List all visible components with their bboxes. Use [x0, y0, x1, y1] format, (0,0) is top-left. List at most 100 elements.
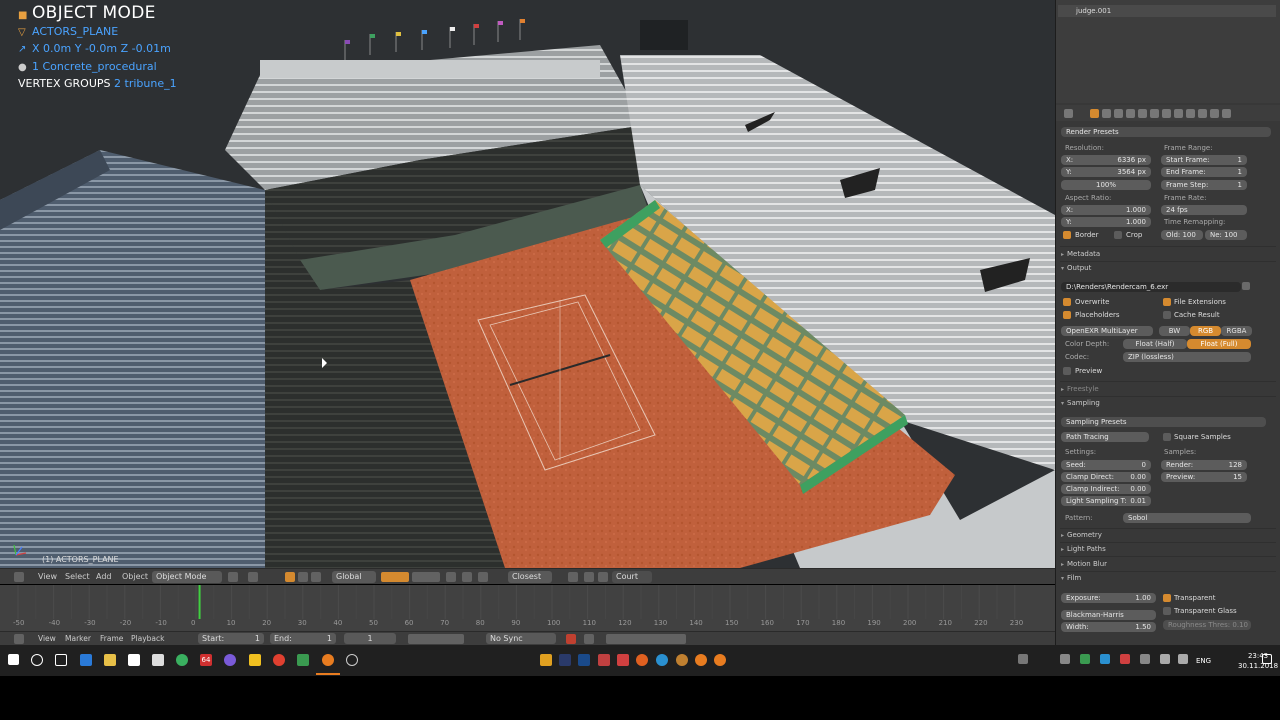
viber-icon[interactable]: [224, 654, 236, 666]
rotate-icon[interactable]: [311, 572, 321, 582]
frame-rate-dropdown[interactable]: 24 fps: [1161, 205, 1247, 215]
cache-result-checkbox[interactable]: [1163, 311, 1171, 319]
pivot-icon[interactable]: [248, 572, 258, 582]
aspect-y-field[interactable]: Y: 1.000: [1061, 217, 1151, 227]
3d-viewport[interactable]: ■ OBJECT MODE ▽ ACTORS_PLANE ↗ X 0.0m Y -0.…: [0, 0, 1055, 568]
seed-field[interactable]: Seed: 0: [1061, 460, 1151, 470]
border-checkbox[interactable]: [1063, 231, 1071, 239]
battery-icon[interactable]: [1178, 654, 1188, 664]
app-badge-icon[interactable]: 64: [200, 654, 212, 666]
bolt-icon[interactable]: [249, 654, 261, 666]
mode-dropdown[interactable]: Object Mode: [152, 571, 222, 583]
tray-icon[interactable]: [1018, 654, 1028, 664]
app-icon-blue[interactable]: [656, 654, 668, 666]
playback-controls[interactable]: [408, 634, 464, 644]
render-icon[interactable]: [568, 572, 578, 582]
app-icon-red[interactable]: [598, 654, 610, 666]
float-half-button[interactable]: Float (Half): [1123, 339, 1187, 349]
app-icon-green[interactable]: [176, 654, 188, 666]
timeline[interactable]: -50 -40 -30 -20 -10 0 10 20 30 40 50 60 70 80 90 100 110…: [0, 585, 1055, 631]
chrome-icon[interactable]: [273, 654, 285, 666]
render-presets-dropdown[interactable]: Render Presets: [1061, 127, 1271, 137]
layers-icon-2[interactable]: [412, 572, 440, 582]
translate-icon[interactable]: [298, 572, 308, 582]
layers-icon[interactable]: [381, 572, 409, 582]
color-rgb-button[interactable]: RGB: [1190, 326, 1221, 336]
preview-samples-field[interactable]: Preview: 15: [1161, 472, 1247, 482]
blender-icon[interactable]: [322, 654, 334, 666]
app-icon-brown[interactable]: [676, 654, 688, 666]
photoshop-icon[interactable]: [578, 654, 590, 666]
integrator-dropdown[interactable]: Path Tracing: [1061, 432, 1149, 442]
orientation-dropdown[interactable]: Global: [332, 571, 376, 583]
exposure-field[interactable]: Exposure: 1.00: [1061, 593, 1156, 603]
blender-icon-2[interactable]: [695, 654, 707, 666]
pattern-dropdown[interactable]: Sobol: [1123, 513, 1251, 523]
physics-tab-icon[interactable]: [1222, 109, 1231, 118]
filter-dropdown[interactable]: Blackman-Harris: [1061, 610, 1156, 620]
sync-dropdown[interactable]: No Sync: [486, 633, 556, 644]
manipulator-icon[interactable]: [285, 572, 295, 582]
menu-object[interactable]: Object: [122, 571, 148, 583]
filter-width-field[interactable]: Width: 1.50: [1061, 622, 1156, 632]
lightroom-icon[interactable]: [559, 654, 571, 666]
start-frame-prop[interactable]: Start Frame: 1: [1161, 155, 1247, 165]
end-frame-prop[interactable]: End Frame: 1: [1161, 167, 1247, 177]
task-view-icon[interactable]: [55, 654, 67, 666]
file-format-dropdown[interactable]: OpenEXR MultiLayer: [1061, 326, 1153, 336]
res-x-field[interactable]: X: 6336 px: [1061, 155, 1151, 165]
app-icon[interactable]: [297, 654, 309, 666]
current-frame-field[interactable]: 1: [344, 633, 396, 644]
scene-tab-icon[interactable]: [1114, 109, 1123, 118]
menu-view[interactable]: View: [38, 571, 57, 583]
color-rgba-button[interactable]: RGBA: [1221, 326, 1252, 336]
tray-icon[interactable]: [1060, 654, 1070, 664]
timeline-menu-marker[interactable]: Marker: [65, 633, 91, 645]
editor-type-icon[interactable]: [14, 572, 24, 582]
aspect-x-field[interactable]: X: 1.000: [1061, 205, 1151, 215]
output-section[interactable]: Output: [1061, 264, 1091, 272]
world-tab-icon[interactable]: [1126, 109, 1135, 118]
clamp-direct-field[interactable]: Clamp Direct: 0.00: [1061, 472, 1151, 482]
render-layers-tab-icon[interactable]: [1102, 109, 1111, 118]
blender-icon-3[interactable]: [714, 654, 726, 666]
transparent-checkbox[interactable]: [1163, 594, 1171, 602]
store-icon[interactable]: [128, 654, 140, 666]
keyframe-icon[interactable]: [584, 634, 594, 644]
outliner[interactable]: judge.001: [1055, 0, 1280, 103]
timeline-menu-frame[interactable]: Frame: [100, 633, 123, 645]
modifiers-tab-icon[interactable]: [1162, 109, 1171, 118]
snap-target-dropdown[interactable]: Closest: [508, 571, 552, 583]
float-full-button[interactable]: Float (Full): [1187, 339, 1251, 349]
motion-blur-section[interactable]: Motion Blur: [1061, 560, 1107, 568]
firefox-icon[interactable]: [636, 654, 648, 666]
start-frame-field[interactable]: Start: 1: [198, 633, 264, 644]
timeline-editor-icon[interactable]: [14, 634, 24, 644]
render-tab-icon[interactable]: [1090, 109, 1099, 118]
app-icon-office[interactable]: [617, 654, 629, 666]
outliner-item[interactable]: judge.001: [1058, 5, 1276, 17]
bridge-icon[interactable]: [540, 654, 552, 666]
frame-step-prop[interactable]: Frame Step: 1: [1161, 180, 1247, 190]
preview-checkbox[interactable]: [1063, 367, 1071, 375]
transparent-glass-checkbox[interactable]: [1163, 607, 1171, 615]
square-samples-checkbox[interactable]: [1163, 433, 1171, 441]
mail-icon[interactable]: [152, 654, 164, 666]
volume-icon[interactable]: [1160, 654, 1170, 664]
notifications-icon[interactable]: [1262, 654, 1272, 664]
magnet-icon[interactable]: [462, 572, 472, 582]
sampling-presets-dropdown[interactable]: Sampling Presets: [1061, 417, 1266, 427]
particles-tab-icon[interactable]: [1210, 109, 1219, 118]
material-tab-icon[interactable]: [1186, 109, 1195, 118]
time-remap-old[interactable]: Old: 100: [1161, 230, 1203, 240]
res-y-field[interactable]: Y: 3564 px: [1061, 167, 1151, 177]
shading-icon[interactable]: [228, 572, 238, 582]
constraints-tab-icon[interactable]: [1150, 109, 1159, 118]
end-frame-field[interactable]: End: 1: [270, 633, 336, 644]
record-icon[interactable]: [566, 634, 576, 644]
timeline-menu-view[interactable]: View: [38, 633, 56, 645]
app-circle-icon[interactable]: [346, 654, 358, 666]
network-icon[interactable]: [1140, 654, 1150, 664]
color-bw-button[interactable]: BW: [1159, 326, 1190, 336]
clock[interactable]: 23:43 30.11.2018: [1238, 651, 1278, 671]
